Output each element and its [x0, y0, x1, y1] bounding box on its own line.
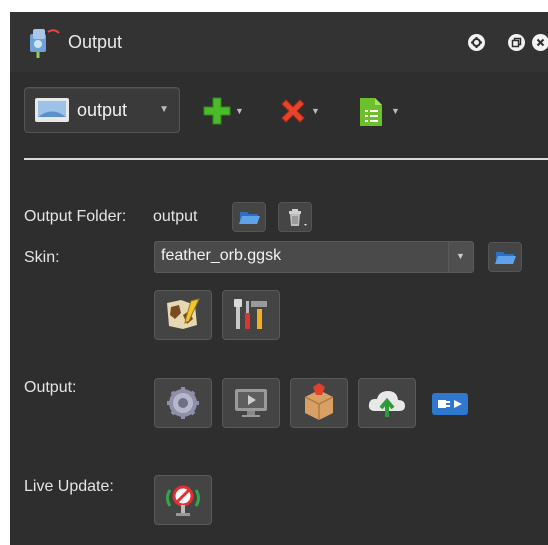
- close-icon[interactable]: [532, 34, 548, 51]
- monitor-play-icon: [235, 389, 267, 417]
- output-settings-button[interactable]: [154, 378, 212, 428]
- plugin-icon: [432, 393, 468, 415]
- delete-output-button[interactable]: ▼: [278, 96, 326, 126]
- add-output-button[interactable]: ▼: [202, 96, 250, 126]
- browse-folder-button[interactable]: [232, 202, 266, 232]
- preview-button[interactable]: [222, 378, 280, 428]
- output-screen-icon: [35, 98, 69, 122]
- output-label: Output:: [24, 379, 77, 396]
- clear-folder-button[interactable]: [278, 202, 312, 232]
- live-update-button[interactable]: [154, 475, 212, 525]
- broadcast-off-icon: [166, 485, 200, 516]
- help-icon[interactable]: [468, 34, 485, 51]
- browse-skin-button[interactable]: [488, 242, 522, 272]
- skin-select-value: feather_orb.ggsk: [161, 247, 282, 264]
- trash-icon: [289, 209, 307, 226]
- skin-select[interactable]: feather_orb.ggsk ▼: [154, 241, 474, 273]
- folder-open-icon: [239, 212, 260, 224]
- package-button[interactable]: [290, 378, 348, 428]
- package-icon: [304, 383, 334, 420]
- chevron-down-icon: ▼: [159, 104, 169, 115]
- title-bar: Output: [10, 12, 548, 72]
- app-icon: [30, 29, 60, 58]
- live-update-label: Live Update:: [24, 478, 114, 495]
- float-icon[interactable]: [508, 34, 525, 51]
- folder-open-icon: [495, 252, 516, 264]
- chevron-down-icon: ▼: [391, 106, 400, 116]
- output-selector-value: output: [77, 100, 128, 120]
- add-icon: [203, 97, 231, 125]
- panel-title: Output: [68, 32, 123, 52]
- delete-icon: [281, 99, 305, 123]
- document-icon: [360, 98, 382, 126]
- cloud-upload-icon: [368, 391, 405, 417]
- chevron-down-icon: ▼: [235, 106, 244, 116]
- output-selector[interactable]: output ▼: [24, 87, 180, 133]
- document-menu-button[interactable]: ▼: [358, 96, 406, 126]
- skin-dropdown-button[interactable]: ▼: [448, 242, 473, 272]
- chevron-down-icon: ▼: [311, 106, 320, 116]
- output-panel: Output output ▼ ▼ ▼ ▼ Output Folder: out…: [10, 12, 548, 545]
- toolbar: output ▼ ▼ ▼ ▼: [10, 74, 548, 156]
- gear-icon: [167, 387, 199, 419]
- tools-icon: [234, 299, 267, 329]
- map-edit-icon: [167, 298, 200, 329]
- plugin-button[interactable]: [430, 389, 468, 417]
- divider: [24, 158, 548, 160]
- skin-editor-button[interactable]: [154, 290, 212, 340]
- output-folder-value: output: [153, 208, 198, 225]
- chevron-down-icon: ▼: [456, 251, 465, 261]
- upload-button[interactable]: [358, 378, 416, 428]
- skin-label: Skin:: [24, 249, 60, 266]
- output-folder-label: Output Folder:: [24, 208, 127, 225]
- tools-button[interactable]: [222, 290, 280, 340]
